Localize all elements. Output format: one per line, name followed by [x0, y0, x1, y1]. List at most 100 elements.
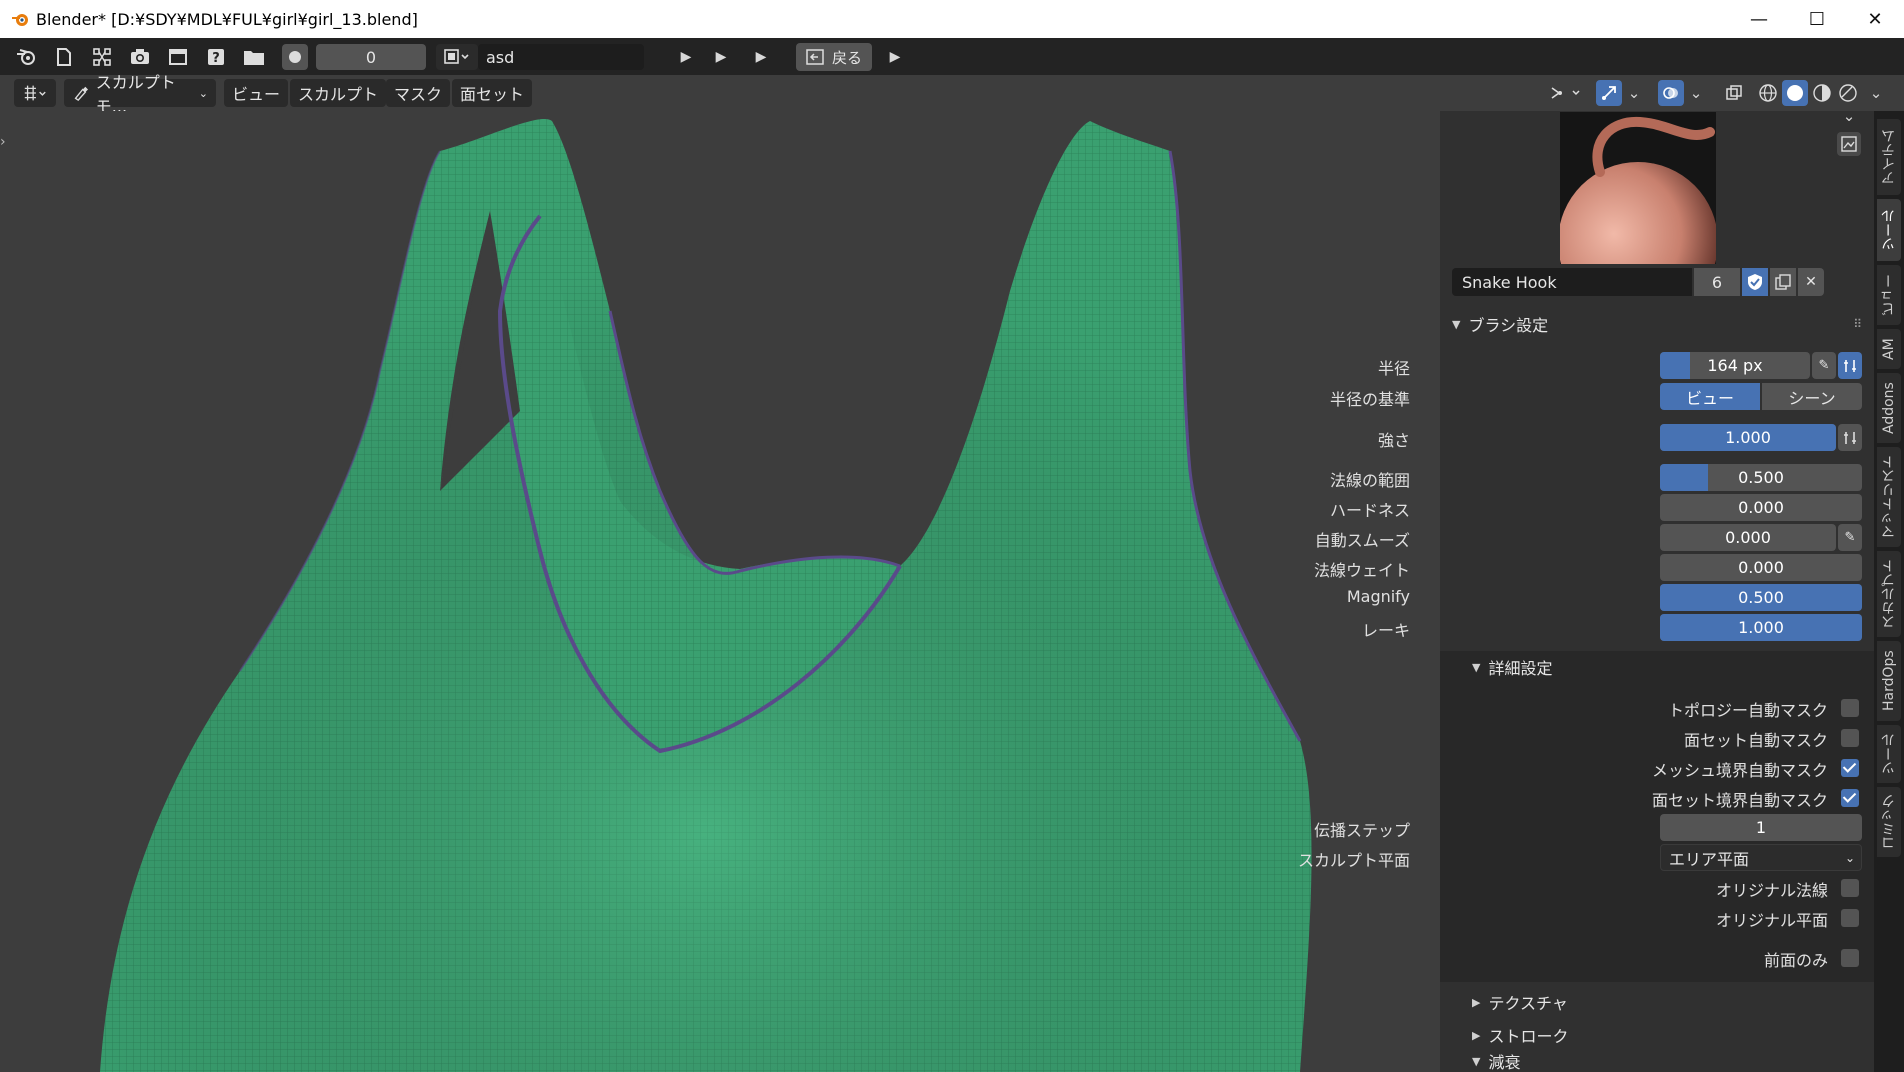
radius-unit-scene-option[interactable]: シーン — [1762, 383, 1862, 410]
tab-sculpt[interactable]: スカルプト — [1877, 551, 1901, 637]
chevron-down-icon: ⌄ — [1844, 850, 1855, 865]
3d-viewport[interactable] — [0, 111, 1440, 1072]
brush-settings-title: ブラシ設定 — [1468, 316, 1549, 335]
sculpt-plane-dropdown[interactable]: エリア平面 ⌄ — [1660, 844, 1862, 871]
shading-dropdown-icon[interactable]: ⌄ — [1866, 80, 1886, 106]
radius-unit-view-option[interactable]: ビュー — [1660, 383, 1760, 410]
rake-value: 1.000 — [1738, 618, 1784, 637]
gizmo-toggle-icon[interactable] — [1596, 80, 1622, 106]
render-window-icon[interactable] — [164, 43, 192, 71]
faceset-automask-checkbox[interactable] — [1841, 729, 1859, 747]
texture-section-title: テクスチャ — [1488, 994, 1568, 1013]
brush-preview[interactable] — [1558, 112, 1718, 322]
rake-slider[interactable]: 1.000 — [1660, 614, 1862, 641]
blender-menu-icon[interactable] — [12, 43, 40, 71]
rendered-shading-icon[interactable] — [1836, 80, 1860, 106]
stroke-section-header[interactable]: ▶ ストローク — [1440, 1018, 1874, 1052]
faceset-boundary-automask-label: 面セット境界自動マスク — [1651, 791, 1828, 810]
editor-type-button[interactable] — [14, 79, 56, 107]
maximize-button[interactable]: ☐ — [1788, 0, 1846, 38]
new-file-icon[interactable] — [50, 43, 78, 71]
view-object-types-icon[interactable] — [1546, 80, 1586, 106]
faceset-boundary-automask-checkbox[interactable] — [1841, 789, 1859, 807]
magnify-slider[interactable]: 0.500 — [1660, 584, 1862, 611]
tab-hardops[interactable]: HardOps — [1877, 641, 1901, 721]
propagation-steps-field[interactable]: 1 — [1660, 814, 1862, 841]
front-faces-only-checkbox[interactable] — [1841, 949, 1859, 967]
xray-toggle-icon[interactable] — [1722, 80, 1746, 106]
original-plane-checkbox[interactable] — [1841, 909, 1859, 927]
menu-view[interactable]: ビュー — [224, 79, 289, 107]
close-button[interactable]: ✕ — [1846, 0, 1904, 38]
mode-selector[interactable]: スカルプトモ... ⌄ — [64, 73, 216, 116]
tab-addons[interactable]: Addons — [1877, 373, 1901, 443]
menu-face-sets[interactable]: 面セット — [452, 79, 533, 107]
tab-material-list[interactable]: マットリスト — [1877, 447, 1901, 547]
help-icon[interactable]: ? — [202, 43, 230, 71]
tab-am[interactable]: AM — [1877, 329, 1901, 369]
collapse-chevron-icon[interactable]: ⌄ — [1836, 107, 1862, 125]
open-folder-icon[interactable] — [240, 43, 268, 71]
original-normal-checkbox[interactable] — [1841, 879, 1859, 897]
advanced-header[interactable]: ▼ 詳細設定 — [1440, 651, 1874, 683]
radius-pressure-toggle-icon[interactable] — [1838, 352, 1862, 379]
tab-tool-2[interactable]: ツール — [1877, 725, 1901, 783]
tab-comic[interactable]: コミック — [1877, 787, 1901, 857]
unlink-close-icon[interactable]: ✕ — [1798, 268, 1824, 296]
frame-field[interactable]: 0 — [316, 44, 426, 70]
overlays-dropdown-icon[interactable]: ⌄ — [1686, 80, 1706, 106]
play-icon-2[interactable]: ▶ — [708, 44, 734, 70]
material-preview-icon[interactable] — [1810, 80, 1834, 106]
hardness-value: 0.000 — [1738, 498, 1784, 517]
gizmo-dropdown-icon[interactable]: ⌄ — [1624, 80, 1644, 106]
render-camera-icon[interactable] — [126, 43, 154, 71]
wireframe-shading-icon[interactable] — [1756, 80, 1780, 106]
hardness-slider[interactable]: 0.000 — [1660, 494, 1862, 521]
node-tree-icon[interactable] — [88, 43, 116, 71]
strength-slider[interactable]: 1.000 — [1660, 424, 1836, 451]
minimize-button[interactable]: — — [1730, 0, 1788, 38]
strength-value: 1.000 — [1725, 428, 1771, 447]
menu-mask[interactable]: マスク — [386, 79, 451, 107]
autosmooth-slider[interactable]: 0.000 — [1660, 524, 1836, 551]
faceset-automask-label: 面セット自動マスク — [1683, 731, 1828, 750]
image-icon[interactable] — [1837, 132, 1861, 156]
brush-users-count[interactable]: 6 — [1694, 268, 1740, 296]
play-icon[interactable]: ▶ — [673, 44, 699, 70]
radius-slider[interactable]: 164 px — [1660, 352, 1810, 379]
scene-name-field[interactable]: asd — [478, 44, 644, 70]
menu-sculpt[interactable]: スカルプト — [290, 79, 387, 107]
falloff-section-title: 減衰 — [1488, 1053, 1521, 1072]
mesh-model[interactable] — [0, 111, 1440, 1072]
disclosure-open-icon: ▼ — [1472, 1054, 1481, 1068]
texture-section-header[interactable]: ▶ テクスチャ — [1440, 985, 1874, 1019]
brush-settings-header[interactable]: ▼ ブラシ設定 ⠿ — [1440, 307, 1874, 341]
drag-handle-icon[interactable]: ⠿ — [1853, 317, 1862, 331]
toolbar-expand-icon[interactable]: › — [0, 134, 14, 154]
strength-pressure-toggle-icon[interactable] — [1838, 424, 1862, 451]
scene-selector[interactable] — [436, 44, 478, 70]
mesh-boundary-automask-checkbox[interactable] — [1841, 759, 1859, 777]
falloff-section-header[interactable]: ▼ 減衰 — [1440, 1050, 1874, 1072]
autosmooth-label: 自動スムーズ — [1314, 531, 1410, 550]
normal-radius-slider[interactable]: 0.500 — [1660, 464, 1862, 491]
solid-shading-icon[interactable] — [1782, 80, 1808, 106]
record-button[interactable] — [282, 44, 308, 70]
back-label: 戻る — [831, 48, 862, 67]
fake-user-shield-icon[interactable] — [1742, 268, 1768, 296]
duplicate-icon[interactable] — [1770, 268, 1796, 296]
tab-tool[interactable]: ツール — [1877, 199, 1901, 261]
next-icon[interactable]: ▶ — [882, 44, 908, 70]
normal-weight-slider[interactable]: 0.000 — [1660, 554, 1862, 581]
autosmooth-pressure-pen-icon[interactable]: ✎ — [1838, 524, 1862, 551]
topology-automask-checkbox[interactable] — [1841, 699, 1859, 717]
sculpt-brush-icon — [74, 86, 89, 101]
play-icon-3[interactable]: ▶ — [748, 44, 774, 70]
brush-name-field[interactable]: Snake Hook — [1452, 268, 1692, 296]
back-button[interactable]: 戻る — [796, 43, 872, 71]
magnify-label: Magnify — [1346, 587, 1410, 606]
tab-item[interactable]: アイテム — [1877, 119, 1901, 195]
radius-pressure-pen-icon[interactable]: ✎ — [1812, 352, 1836, 379]
overlays-toggle-icon[interactable] — [1658, 80, 1684, 106]
tab-view[interactable]: ビュー — [1877, 265, 1901, 325]
